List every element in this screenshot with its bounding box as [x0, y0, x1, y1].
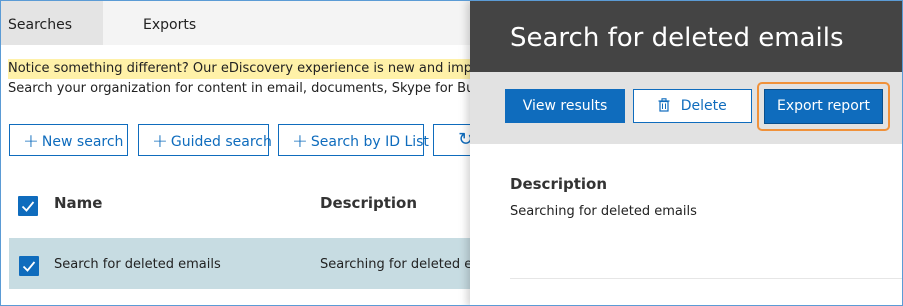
details-panel: Search for deleted emails View results D… — [470, 1, 902, 305]
trash-icon — [658, 98, 674, 116]
description-label: Description — [510, 175, 608, 193]
select-all-checkbox[interactable] — [18, 196, 38, 216]
column-header-description[interactable]: Description — [320, 194, 417, 212]
tab-searches[interactable]: Searches — [1, 1, 103, 45]
view-results-button[interactable]: View results — [505, 89, 625, 123]
notice-banner: Notice something different? Our eDiscove… — [8, 59, 505, 79]
row-checkbox[interactable] — [19, 256, 39, 276]
plus-icon: + — [292, 130, 308, 152]
search-by-id-button[interactable]: + Search by ID List — [278, 124, 429, 156]
table-row[interactable]: Search for deleted emails Searching for … — [9, 238, 485, 289]
row-name-cell: Search for deleted emails — [54, 257, 221, 272]
export-report-highlight: Export report — [757, 82, 890, 131]
search-by-id-label: Search by ID List — [310, 134, 429, 150]
column-header-name[interactable]: Name — [54, 194, 102, 212]
refresh-button[interactable]: ↻ — [433, 124, 473, 156]
description-text: Searching for deleted emails — [510, 204, 697, 219]
guided-search-button[interactable]: + Guided search — [138, 124, 272, 156]
export-report-button[interactable]: Export report — [764, 89, 883, 124]
window-frame: Searches Exports Notice something differ… — [0, 0, 903, 306]
guided-search-label: Guided search — [170, 134, 272, 150]
panel-action-bar: View results Delete Export report — [470, 72, 902, 144]
delete-label: Delete — [680, 98, 727, 114]
delete-button[interactable]: Delete — [633, 89, 752, 123]
panel-divider — [510, 278, 902, 279]
new-search-button[interactable]: + New search — [9, 124, 128, 156]
tab-exports[interactable]: Exports — [143, 1, 196, 45]
checkmark-icon — [22, 261, 36, 272]
intro-text: Search your organization for content in … — [8, 81, 501, 96]
row-description-cell: Searching for deleted em — [320, 257, 485, 272]
checkmark-icon — [21, 201, 35, 212]
plus-icon: + — [23, 130, 39, 152]
plus-icon: + — [152, 130, 168, 152]
panel-header: Search for deleted emails — [470, 1, 902, 72]
panel-title: Search for deleted emails — [510, 23, 844, 53]
new-search-label: New search — [41, 134, 124, 150]
